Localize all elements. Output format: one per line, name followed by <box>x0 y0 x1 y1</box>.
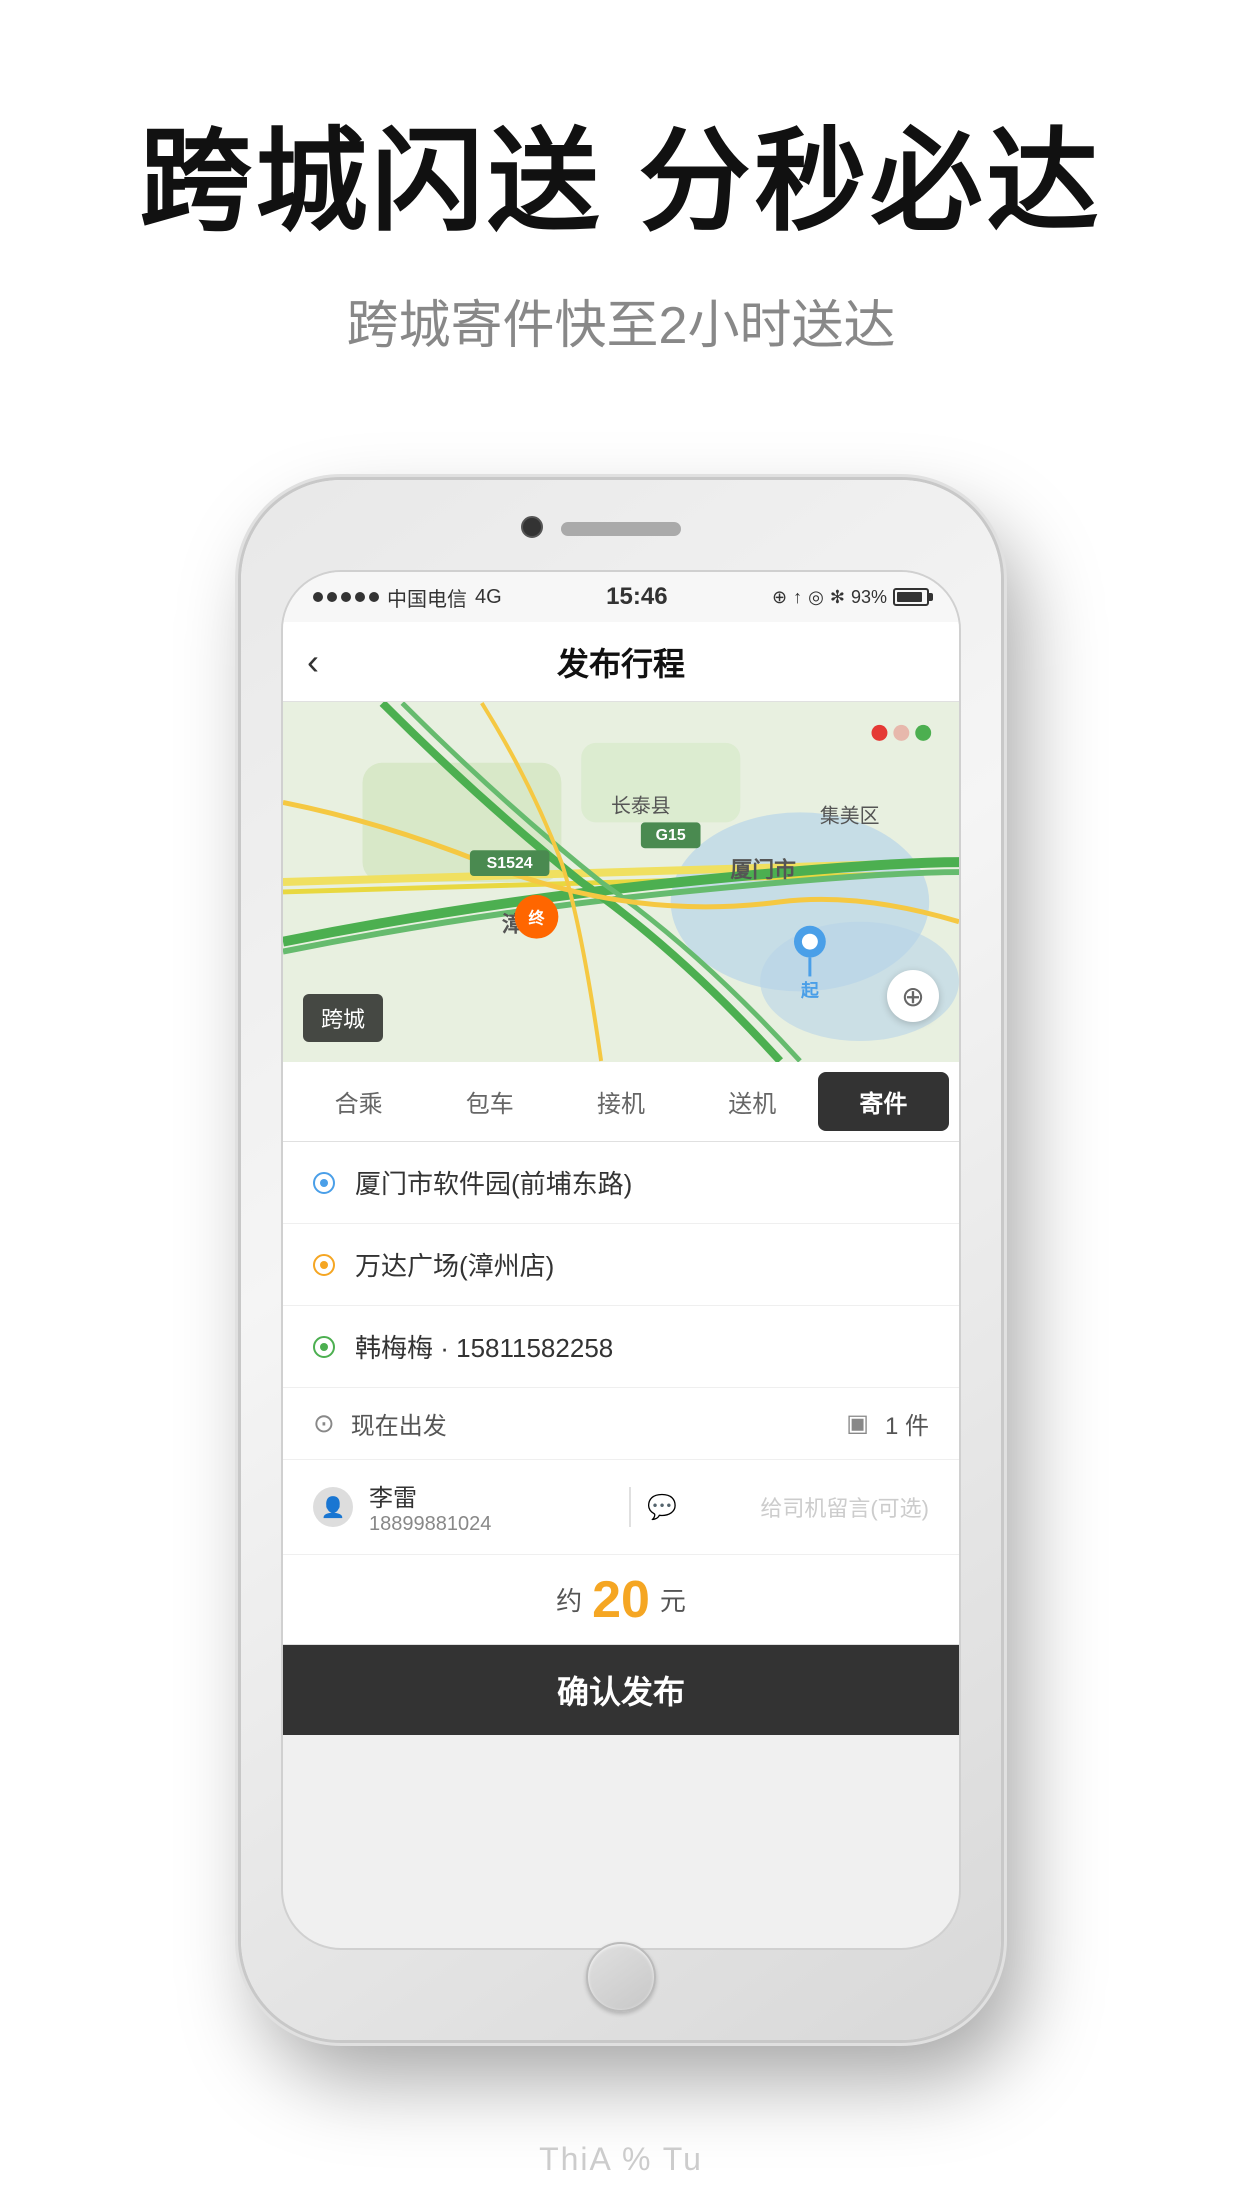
origin-row[interactable]: 厦门市软件园(前埔东路) <box>283 1142 959 1224</box>
phone-screen: 中国电信 4G 15:46 ⊕ ↑ ◎ ✻ 93% ‹ <box>281 570 961 1950</box>
status-right: ⊕ ↑ ◎ ✻ 93% <box>772 587 929 608</box>
hero-subtitle: 跨城寄件快至2小时送达 <box>0 283 1242 358</box>
form-area: 厦门市软件园(前埔东路) 万达广场(漳州店) 韩梅梅 · 15811582258 <box>283 1142 959 1735</box>
phone-shell: 中国电信 4G 15:46 ⊕ ↑ ◎ ✻ 93% ‹ <box>241 480 1001 2040</box>
departure-text: 现在出发 <box>351 1406 447 1441</box>
package-icon: ▣ <box>846 1409 869 1438</box>
phone-mockup: 中国电信 4G 15:46 ⊕ ↑ ◎ ✻ 93% ‹ <box>241 480 1001 2040</box>
battery-percent: 93% <box>851 587 887 608</box>
phone-speaker <box>561 522 681 536</box>
svg-text:终: 终 <box>529 909 546 928</box>
phone-camera <box>521 516 543 538</box>
price-amount: 20 <box>592 1570 650 1630</box>
signal-dots <box>313 592 379 602</box>
user-row: 👤 李雷 18899881024 💬 给司机留言(可选) <box>283 1460 959 1555</box>
message-placeholder[interactable]: 给司机留言(可选) <box>685 1491 929 1523</box>
svg-text:S1524: S1524 <box>487 855 533 872</box>
user-avatar: 👤 <box>313 1487 353 1527</box>
battery-bar <box>893 588 929 606</box>
map-area: S1524 G15 漳州 长泰县 厦门市 集美区 终 起 <box>283 702 959 1062</box>
nav-bar: ‹ 发布行程 <box>283 622 959 702</box>
info-row: ⊙ 现在出发 ▣ 1 件 <box>283 1388 959 1460</box>
origin-icon <box>313 1172 335 1194</box>
message-icon: 💬 <box>647 1493 677 1522</box>
tab-bar: 合乘 包车 接机 送机 寄件 <box>283 1062 959 1142</box>
svg-text:起: 起 <box>800 979 820 1000</box>
price-prefix: 约 <box>556 1581 582 1618</box>
hero-section: 跨城闪送 分秒必达 跨城寄件快至2小时送达 <box>0 0 1242 358</box>
hero-title: 跨城闪送 分秒必达 <box>0 120 1242 243</box>
gps-icon: ⊕ <box>772 587 787 608</box>
status-left: 中国电信 4G <box>313 583 502 612</box>
destination-row[interactable]: 万达广场(漳州店) <box>283 1224 959 1306</box>
svg-text:长泰县: 长泰县 <box>611 795 671 817</box>
tab-songji[interactable]: 送机 <box>687 1072 818 1131</box>
phone-home-button[interactable] <box>586 1942 656 2012</box>
origin-text: 厦门市软件园(前埔东路) <box>355 1164 632 1201</box>
tab-hecheng[interactable]: 合乘 <box>293 1072 424 1131</box>
watermark: ThiA % Tu <box>539 2141 703 2178</box>
status-bar: 中国电信 4G 15:46 ⊕ ↑ ◎ ✻ 93% <box>283 572 959 622</box>
user-name: 李雷 <box>369 1478 613 1513</box>
user-info: 李雷 18899881024 <box>369 1478 613 1536</box>
destination-text: 万达广场(漳州店) <box>355 1246 554 1283</box>
tab-jianjian[interactable]: 寄件 <box>818 1072 949 1131</box>
battery-fill <box>897 592 922 602</box>
departure-item[interactable]: ⊙ 现在出发 <box>313 1406 447 1441</box>
contact-text: 韩梅梅 · 15811582258 <box>355 1328 613 1365</box>
contact-row[interactable]: 韩梅梅 · 15811582258 <box>283 1306 959 1388</box>
divider <box>629 1487 631 1527</box>
user-phone: 18899881024 <box>369 1513 613 1536</box>
arrow-icon: ↑ <box>793 587 802 608</box>
nav-title: 发布行程 <box>557 639 685 685</box>
bluetooth-icon: ✻ <box>830 587 845 608</box>
price-row: 约 20 元 <box>283 1555 959 1645</box>
svg-text:厦门市: 厦门市 <box>730 857 796 882</box>
confirm-btn-label: 确认发布 <box>557 1667 685 1713</box>
confirm-button[interactable]: 确认发布 <box>283 1645 959 1735</box>
network-label: 4G <box>475 586 502 609</box>
package-item[interactable]: ▣ 1 件 <box>846 1406 929 1441</box>
clock-icon: ⊙ <box>313 1408 335 1439</box>
back-button[interactable]: ‹ <box>307 641 319 683</box>
svg-text:G15: G15 <box>656 827 686 844</box>
svg-text:集美区: 集美区 <box>820 805 880 827</box>
kuacheng-badge: 跨城 <box>303 994 383 1042</box>
location-button[interactable]: ⊕ <box>887 970 939 1022</box>
carrier-label: 中国电信 <box>387 583 467 612</box>
tab-jieji[interactable]: 接机 <box>555 1072 686 1131</box>
contact-icon <box>313 1336 335 1358</box>
destination-icon <box>313 1254 335 1276</box>
package-text: 1 件 <box>885 1406 929 1441</box>
time-display: 15:46 <box>606 583 667 611</box>
alarm-icon: ◎ <box>808 587 824 608</box>
map-svg: S1524 G15 漳州 长泰县 厦门市 集美区 终 起 <box>283 702 959 1062</box>
battery-tip <box>929 593 933 601</box>
price-unit: 元 <box>660 1581 686 1618</box>
tab-baochu[interactable]: 包车 <box>424 1072 555 1131</box>
